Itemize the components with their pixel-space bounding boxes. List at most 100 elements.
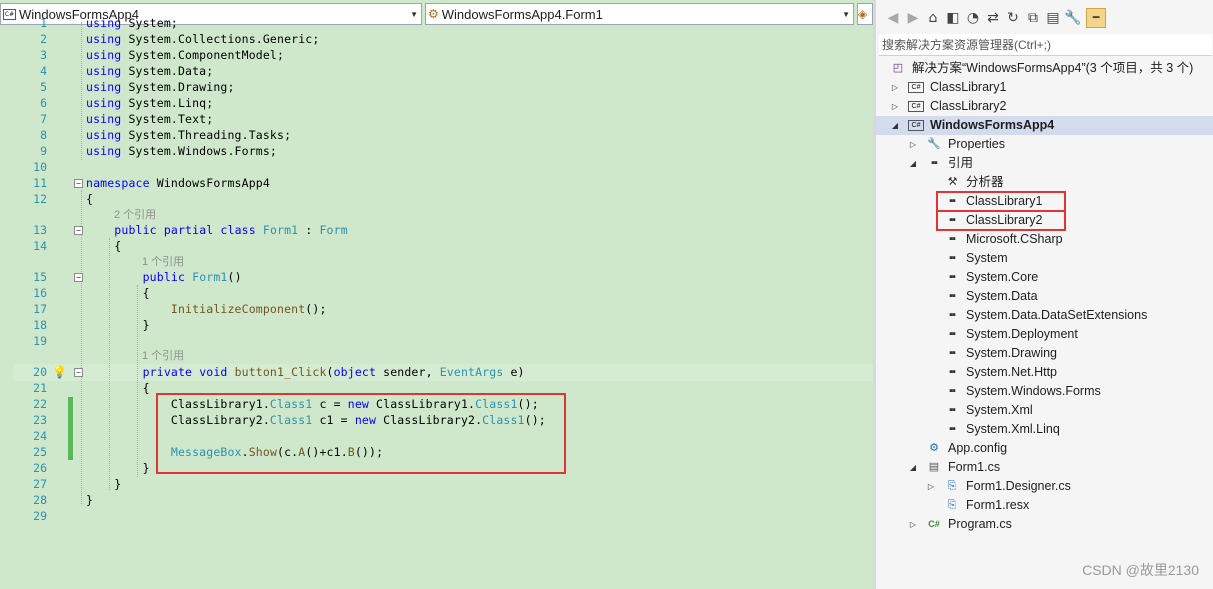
line-number: 1 xyxy=(40,16,47,30)
collapse-icon[interactable]: − xyxy=(74,179,83,188)
pin-icon[interactable]: ━ xyxy=(1086,8,1106,28)
code-editor[interactable]: C# WindowsFormsApp4 ▼ ⚙ WindowsFormsApp4… xyxy=(0,0,873,589)
forward-icon[interactable]: ▶ xyxy=(904,8,922,28)
back-icon[interactable]: ◀ xyxy=(884,8,902,28)
line-number: 27 xyxy=(33,477,47,491)
reference-icon: ▪▪ xyxy=(949,328,956,340)
tree-node-label: Form1.Designer.cs xyxy=(966,479,1071,493)
tree-node-label: System.Core xyxy=(966,270,1039,284)
tree-node[interactable]: ▪▪ System.Data xyxy=(876,287,1213,306)
line-number: 29 xyxy=(33,509,47,523)
tree-node-label: Microsoft.CSharp xyxy=(966,232,1063,246)
tree-node[interactable]: ▪▪ System xyxy=(876,249,1213,268)
line-number: 24 xyxy=(33,429,47,443)
tree-node[interactable]: ◢ ▪▪ 引用 xyxy=(876,154,1213,173)
collapse-all-icon[interactable]: ⧉ xyxy=(1024,8,1042,28)
line-number: 25 xyxy=(33,445,47,459)
sync-icon[interactable]: ⇄ xyxy=(984,8,1002,28)
code-line: { xyxy=(86,192,94,206)
annotation-highlight-box xyxy=(936,210,1066,231)
collapse-icon[interactable]: − xyxy=(74,226,83,235)
tree-node[interactable]: ▪▪ System.Deployment xyxy=(876,325,1213,344)
line-number: 15 xyxy=(33,270,47,284)
line-number: 16 xyxy=(33,286,47,300)
show-all-files-icon[interactable]: ▤ xyxy=(1044,8,1062,28)
tree-node[interactable]: ⎘ Form1.resx xyxy=(876,496,1213,515)
reference-icon: ▪▪ xyxy=(949,233,956,245)
line-number: 20 xyxy=(33,365,47,379)
tree-node[interactable]: ▷ C# Program.cs xyxy=(876,515,1213,534)
tree-node[interactable]: ◢ ▤ Form1.cs xyxy=(876,458,1213,477)
solution-search-input[interactable]: 搜索解决方案资源管理器(Ctrl+;) xyxy=(879,34,1212,56)
tree-node[interactable]: ▪▪ System.Drawing xyxy=(876,344,1213,363)
tree-node[interactable]: ⚙ App.config xyxy=(876,439,1213,458)
code-line: using System.Drawing; xyxy=(86,80,235,94)
codelens-references[interactable]: 1 个引用 xyxy=(142,254,184,270)
line-number: 5 xyxy=(40,80,47,94)
form-icon: ▤ xyxy=(928,461,940,473)
expand-arrow-icon[interactable]: ▷ xyxy=(908,515,918,534)
tree-node[interactable]: ▷ 🔧 Properties xyxy=(876,135,1213,154)
tree-node-label: App.config xyxy=(948,441,1008,455)
tree-node[interactable]: ◢ C# WindowsFormsApp4 xyxy=(876,116,1213,135)
wrench-icon: 🔧 xyxy=(927,138,941,150)
reference-icon: ▪▪ xyxy=(949,252,956,264)
collapse-arrow-icon[interactable]: ◢ xyxy=(908,458,918,477)
tree-node[interactable]: ▪▪ System.Core xyxy=(876,268,1213,287)
tree-node[interactable]: ▷ C# ClassLibrary2 xyxy=(876,97,1213,116)
code-line: } xyxy=(86,477,122,491)
tree-node-label: System xyxy=(966,251,1008,265)
annotation-highlight-box xyxy=(936,191,1066,212)
line-number: 18 xyxy=(33,318,47,332)
refresh-icon[interactable]: ↻ xyxy=(1004,8,1022,28)
expand-arrow-icon[interactable]: ▷ xyxy=(890,78,900,97)
code-line: } xyxy=(86,318,150,332)
home-icon[interactable]: ⌂ xyxy=(924,8,942,28)
pending-changes-filter-icon[interactable]: ◔ xyxy=(964,8,982,28)
collapse-icon[interactable]: − xyxy=(74,273,83,282)
expand-arrow-icon[interactable]: ▷ xyxy=(890,97,900,116)
tree-node-label: System.Xml.Linq xyxy=(966,422,1060,436)
code-line: using System.Linq; xyxy=(86,96,214,110)
tree-node-label: System.Windows.Forms xyxy=(966,384,1101,398)
tree-node[interactable]: ▷ C# ClassLibrary1 xyxy=(876,78,1213,97)
line-number: 13 xyxy=(33,223,47,237)
tree-node[interactable]: ▷ ⎘ Form1.Designer.cs xyxy=(876,477,1213,496)
vs-switch-views-icon[interactable]: ◧ xyxy=(944,8,962,28)
properties-wrench-icon[interactable]: 🔧 xyxy=(1064,8,1082,28)
tree-node-label: System.Deployment xyxy=(966,327,1078,341)
line-number: 8 xyxy=(40,128,47,142)
codelens-references[interactable]: 1 个引用 xyxy=(142,348,184,364)
reference-icon: ▪▪ xyxy=(949,309,956,321)
expand-arrow-icon[interactable]: ▷ xyxy=(926,477,936,496)
watermark: CSDN @故里2130 xyxy=(1082,562,1199,578)
codelens-references[interactable]: 2 个引用 xyxy=(114,207,156,223)
code-line: } xyxy=(86,461,150,475)
collapse-arrow-icon[interactable]: ◢ xyxy=(890,116,900,135)
tree-node[interactable]: ▪▪ System.Data.DataSetExtensions xyxy=(876,306,1213,325)
tree-node-label: 引用 xyxy=(948,156,974,170)
tree-node-label: Form1.cs xyxy=(948,460,1001,474)
code-line: using System.Text; xyxy=(86,112,214,126)
tree-node[interactable]: ▪▪ Microsoft.CSharp xyxy=(876,230,1213,249)
tree-node[interactable]: ▪▪ System.Net.Http xyxy=(876,363,1213,382)
lightbulb-icon[interactable]: 💡 xyxy=(52,365,67,379)
line-number: 19 xyxy=(33,334,47,348)
collapse-arrow-icon[interactable]: ◢ xyxy=(908,154,918,173)
tree-node[interactable]: ▪▪ System.Windows.Forms xyxy=(876,382,1213,401)
csharp-project-icon: C# xyxy=(908,120,924,131)
tree-node-label: System.Drawing xyxy=(966,346,1057,360)
line-number: 23 xyxy=(33,413,47,427)
reference-icon: ▪▪ xyxy=(949,271,956,283)
tree-node[interactable]: ⚒ 分析器 xyxy=(876,173,1213,192)
line-number: 12 xyxy=(33,192,47,206)
resource-file-icon: ⎘ xyxy=(947,499,957,511)
expand-arrow-icon[interactable]: ▷ xyxy=(908,135,918,154)
tree-node-label: Program.cs xyxy=(948,517,1012,531)
collapse-icon[interactable]: − xyxy=(74,368,83,377)
reference-icon: ▪▪ xyxy=(949,385,956,397)
solution-icon: ◰ xyxy=(892,62,904,74)
tree-node[interactable]: ▪▪ System.Xml.Linq xyxy=(876,420,1213,439)
tree-solution-node[interactable]: ◰ 解决方案“WindowsFormsApp4”(3 个项目，共 3 个) xyxy=(876,59,1213,78)
tree-node[interactable]: ▪▪ System.Xml xyxy=(876,401,1213,420)
